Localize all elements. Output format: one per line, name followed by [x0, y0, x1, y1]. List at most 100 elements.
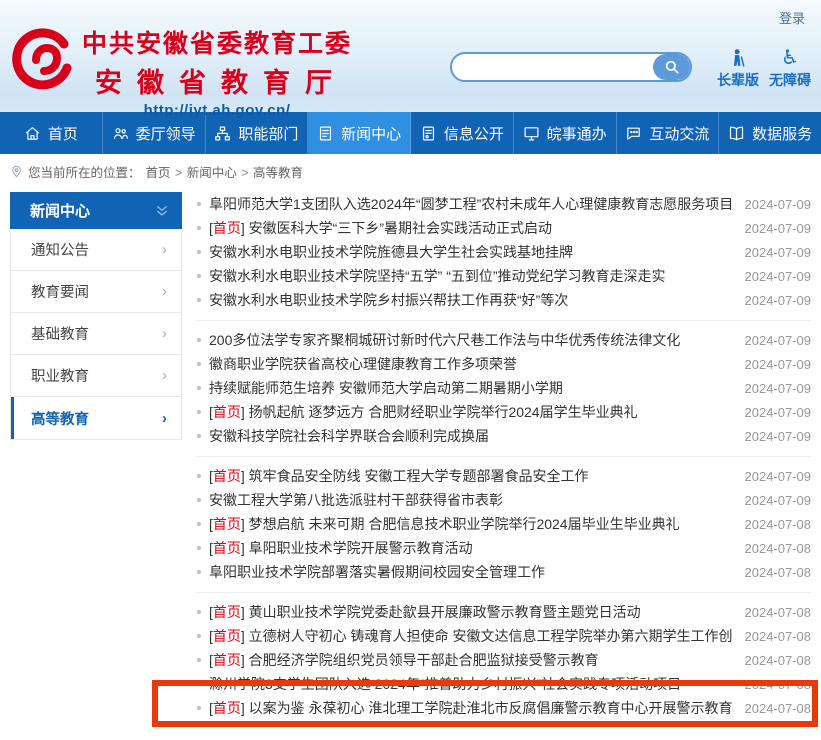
bullet-icon — [197, 570, 201, 574]
bullet-icon — [197, 362, 201, 366]
news-date: 2024-07-08 — [745, 517, 812, 532]
news-title: [首页] 梦想启航 未来可期 合肥信息技术职业学院举行2024届毕业生毕业典礼 — [209, 514, 733, 534]
login-link[interactable]: 登录 — [779, 8, 805, 27]
nav-item-interaction[interactable]: 互动交流 — [617, 112, 720, 154]
news-date: 2024-07-09 — [745, 405, 812, 420]
nav-item-label: 首页 — [48, 123, 78, 144]
bullet-icon — [197, 226, 201, 230]
list-item[interactable]: 持续赋能师范生培养 安徽师范大学启动第二期暑期小学期 2024-07-09 — [195, 376, 811, 400]
sidebar-item-label: 通知公告 — [31, 239, 89, 260]
bullet-icon — [197, 658, 201, 662]
breadcrumb-separator: > — [238, 166, 252, 180]
info-open-icon — [420, 125, 437, 142]
nav-item-label: 职能部门 — [238, 123, 298, 144]
sidebar-item-label: 教育要闻 — [31, 281, 89, 302]
nav-item-info-open[interactable]: 信息公开 — [411, 112, 514, 154]
news-date: 2024-07-09 — [745, 469, 812, 484]
sidebar-list: 通知公告›教育要闻›基础教育›职业教育›高等教育› — [10, 229, 182, 440]
sidebar-header[interactable]: 新闻中心 — [10, 192, 182, 229]
list-item[interactable]: [首页] 阜阳职业技术学院开展警示教育活动2024-07-08 — [195, 536, 811, 560]
bullet-icon — [197, 410, 201, 414]
sidebar-item-label: 基础教育 — [31, 323, 89, 344]
list-item-highlighted[interactable]: [首页] 以案为鉴 永葆初心 淮北理工学院赴淮北市反腐倡廉警示教育中心开展警示教… — [195, 696, 811, 720]
front-page-flag: 首页 — [213, 540, 241, 556]
sidebar-item-basic-edu[interactable]: 基础教育 › — [11, 313, 181, 355]
logo-emblem-icon — [12, 26, 76, 90]
breadcrumb-item[interactable]: 首页 — [146, 166, 171, 180]
list-item[interactable]: 阜阳师范大学1支团队入选2024年“圆梦工程”农村未成年人心理健康教育志愿服务项… — [195, 192, 811, 216]
bullet-icon — [197, 610, 201, 614]
elder-version-button[interactable]: 长辈版 — [712, 46, 764, 90]
nav-item-service-hall[interactable]: 皖事通办 — [514, 112, 617, 154]
home-icon — [24, 125, 41, 142]
nav-item-label: 委厅领导 — [136, 123, 196, 144]
news-date: 2024-07-09 — [745, 197, 812, 212]
news-title: 安徽科技学院社会科学界联合会顺利完成换届 — [209, 426, 733, 446]
list-item[interactable]: 安徽水利水电职业技术学院旌德县大学生社会实践基地挂牌2024-07-09 — [195, 240, 811, 264]
bullet-icon — [197, 522, 201, 526]
list-item[interactable]: [首页] 黄山职业技术学院党委赴歙县开展廉政警示教育暨主题党日活动2024-07… — [195, 600, 811, 624]
news-title: 阜阳师范大学1支团队入选2024年“圆梦工程”农村未成年人心理健康教育志愿服务项… — [209, 194, 733, 214]
news-title: 持续赋能师范生培养 安徽师范大学启动第二期暑期小学期 — [209, 378, 733, 398]
list-item[interactable]: 滁州学院3支学生团队入选 2024年“推普助力乡村振兴”社会实践专项活动项目20… — [195, 672, 811, 696]
nav-item-data-service[interactable]: 数据服务 — [719, 112, 821, 154]
list-item[interactable]: 安徽科技学院社会科学界联合会顺利完成换届2024-07-09 — [195, 424, 811, 448]
search-button[interactable] — [653, 54, 690, 80]
news-list-panel: 阜阳师范大学1支团队入选2024年“圆梦工程”农村未成年人心理健康教育志愿服务项… — [195, 192, 811, 720]
chevron-right-icon: › — [162, 325, 167, 342]
news-date: 2024-07-08 — [745, 653, 812, 668]
location-pin-icon — [10, 165, 23, 178]
breadcrumb-item[interactable]: 新闻中心 — [187, 166, 237, 180]
search-input[interactable] — [452, 54, 653, 80]
news-title: [首页] 以案为鉴 永葆初心 淮北理工学院赴淮北市反腐倡廉警示教育中心开展警示教… — [209, 698, 733, 718]
accessibility-label: 无障碍 — [764, 70, 816, 90]
sidebar-item-higher-edu[interactable]: 高等教育› — [11, 397, 181, 439]
interaction-icon — [625, 125, 642, 142]
org-name-line1: 中共安徽省委教育工委 — [82, 24, 352, 60]
nav-item-label: 信息公开 — [444, 123, 504, 144]
chevron-right-icon: › — [162, 283, 167, 300]
search-icon — [663, 58, 681, 76]
list-item[interactable]: 安徽水利水电职业技术学院乡村振兴帮扶工作再获“好”等次2024-07-09 — [195, 288, 811, 312]
leaders-icon — [112, 125, 129, 142]
sidebar-item-vocational-edu[interactable]: 职业教育› — [11, 355, 181, 397]
news-date: 2024-07-08 — [745, 565, 812, 580]
news-title: [首页] 筑牢食品安全防线 安徽工程大学专题部署食品安全工作 — [209, 466, 733, 486]
service-hall-icon — [523, 125, 540, 142]
list-item[interactable]: [首页] 安徽医科大学“三下乡”暑期社会实践活动正式启动2024-07-09 — [195, 216, 811, 240]
news-date: 2024-07-08 — [745, 677, 812, 692]
news-title: 徽商职业学院获省高校心理健康教育工作多项荣誉 — [209, 354, 733, 374]
front-page-flag: 首页 — [213, 604, 241, 620]
content: 新闻中心 通知公告›教育要闻›基础教育›职业教育›高等教育› 阜阳师范大学1支团… — [0, 188, 821, 720]
front-page-flag: 首页 — [213, 404, 241, 420]
nav-item-label: 皖事通办 — [547, 123, 607, 144]
sidebar-item-notices[interactable]: 通知公告› — [11, 229, 181, 271]
list-item[interactable]: [首页] 筑牢食品安全防线 安徽工程大学专题部署食品安全工作 2024-07-09 — [195, 464, 811, 488]
chevron-right-icon: › — [162, 410, 167, 427]
list-item[interactable]: [首页] 扬帆起航 逐梦远方 合肥财经职业学院举行2024届学生毕业典礼2024… — [195, 400, 811, 424]
breadcrumb-links: 首页 > 新闻中心 > 高等教育 — [146, 162, 304, 181]
news-title: 阜阳职业技术学院部署落实暑假期间校园安全管理工作 — [209, 562, 733, 582]
list-item[interactable]: 安徽工程大学第八批选派驻村干部获得省市表彰2024-07-09 — [195, 488, 811, 512]
news-date: 2024-07-08 — [745, 701, 812, 716]
list-item[interactable]: 阜阳职业技术学院部署落实暑假期间校园安全管理工作 2024-07-08 — [195, 560, 811, 584]
sidebar-title: 新闻中心 — [30, 200, 90, 221]
list-item[interactable]: [首页] 梦想启航 未来可期 合肥信息技术职业学院举行2024届毕业生毕业典礼 2… — [195, 512, 811, 536]
list-item[interactable]: 200多位法学专家齐聚桐城研讨新时代六尺巷工作法与中华优秀传统法律文化2024-… — [195, 328, 811, 352]
nav-item-label: 互动交流 — [649, 123, 709, 144]
list-item[interactable]: [首页] 合肥经济学院组织党员领导干部赴合肥监狱接受警示教育2024-07-08 — [195, 648, 811, 672]
list-item[interactable]: [首页] 立德树人守初心 铸魂育人担使命 安徽文达信息工程学院举办第六期学生工作… — [195, 624, 811, 648]
list-item[interactable]: 安徽水利水电职业技术学院坚持“五学” “五到位”推动党纪学习教育走深走实2024… — [195, 264, 811, 288]
bullet-icon — [197, 338, 201, 342]
front-page-flag: 首页 — [213, 700, 241, 716]
news-date: 2024-07-09 — [745, 493, 812, 508]
sidebar-item-edu-news[interactable]: 教育要闻 › — [11, 271, 181, 313]
news-date: 2024-07-09 — [745, 381, 812, 396]
front-page-flag: 首页 — [213, 652, 241, 668]
news-title: 200多位法学专家齐聚桐城研讨新时代六尺巷工作法与中华优秀传统法律文化 — [209, 330, 733, 350]
news-date: 2024-07-08 — [745, 541, 812, 556]
bullet-icon — [197, 706, 201, 710]
news-list: 阜阳师范大学1支团队入选2024年“圆梦工程”农村未成年人心理健康教育志愿服务项… — [195, 192, 811, 720]
accessibility-button[interactable]: ♿ 无障碍 — [764, 46, 816, 90]
list-item[interactable]: 徽商职业学院获省高校心理健康教育工作多项荣誉2024-07-09 — [195, 352, 811, 376]
